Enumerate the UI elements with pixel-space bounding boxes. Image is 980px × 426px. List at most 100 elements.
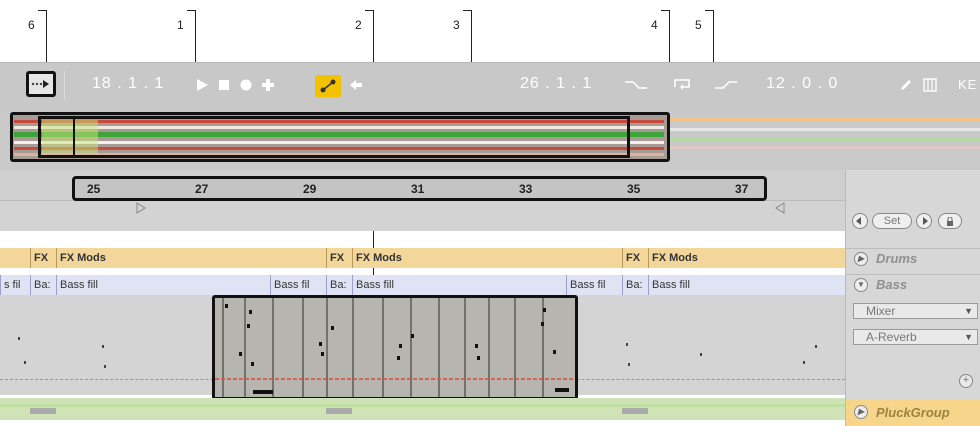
pluck-group-track-lane[interactable]	[0, 398, 845, 420]
group-clip	[622, 408, 648, 414]
callout-6: 6	[28, 18, 35, 32]
plus-icon	[262, 79, 274, 91]
beat-label: 35	[627, 182, 641, 196]
loop-start-field[interactable]: 26 . 1 . 1	[520, 75, 592, 93]
clip[interactable]: FX	[622, 248, 648, 268]
key-map-button[interactable]: KE	[958, 77, 977, 92]
loop-end-marker-icon	[775, 202, 785, 214]
group-clip	[30, 408, 56, 414]
track-header-bass[interactable]: ▼ Bass	[846, 274, 980, 295]
next-locator-button[interactable]	[916, 213, 932, 229]
expand-track-icon[interactable]: ▶	[854, 405, 868, 419]
overview-lane	[670, 146, 980, 149]
track-name: Bass	[876, 277, 908, 292]
group-clip	[326, 408, 352, 414]
divider	[64, 71, 65, 99]
beat-label: 33	[519, 182, 533, 196]
automation-icon	[320, 79, 336, 93]
callout-5: 5	[695, 18, 702, 32]
clip[interactable]: FX Mods	[56, 248, 326, 268]
automation-arm-button[interactable]	[315, 75, 341, 97]
selected-region-detail[interactable]	[212, 295, 578, 400]
track-header-pluck-group[interactable]: ▶ PluckGroup	[846, 399, 980, 426]
loop-start-marker-icon	[136, 202, 146, 214]
overview-playhead-area	[42, 120, 98, 154]
loop-switch-button[interactable]	[670, 75, 694, 95]
beat-label: 29	[303, 182, 317, 196]
follow-button[interactable]	[26, 71, 56, 97]
beat-label: 27	[195, 182, 209, 196]
clip[interactable]: Bass fill	[352, 275, 566, 295]
punch-out-button[interactable]	[712, 75, 740, 95]
follow-arrow-icon	[31, 80, 49, 88]
clip[interactable]: FX	[30, 248, 56, 268]
overdub-button[interactable]	[258, 75, 278, 95]
loop-brace-lane[interactable]	[0, 200, 845, 231]
record-icon	[240, 79, 252, 91]
punch-in-button[interactable]	[622, 75, 650, 95]
loop-icon	[674, 79, 690, 90]
group-lane-stripe	[0, 404, 845, 407]
previous-locator-button[interactable]	[852, 213, 868, 229]
record-button[interactable]	[236, 75, 256, 95]
beat-label: 37	[735, 182, 749, 196]
clip[interactable]: Bass fil	[270, 275, 326, 295]
clip[interactable]: Ba:	[622, 275, 648, 295]
clip[interactable]: s fil	[0, 275, 30, 295]
clip[interactable]: Bass fil	[566, 275, 622, 295]
beat-time-ruler[interactable]: 25 27 29 31 33 35 37	[72, 176, 767, 201]
song-position-field[interactable]: 18 . 1 . 1	[92, 75, 164, 93]
punch-in-icon	[625, 81, 647, 89]
clip[interactable]: Ba:	[326, 275, 352, 295]
arrangement-overview[interactable]	[0, 108, 980, 170]
set-locator-button[interactable]: Set	[872, 213, 912, 229]
arrow-left-icon	[856, 217, 861, 225]
stop-button[interactable]	[214, 75, 234, 95]
arrow-left-icon	[350, 80, 362, 90]
draw-mode-button[interactable]	[896, 75, 916, 95]
callout-3: 3	[453, 18, 460, 32]
device-chooser-value: Mixer	[866, 304, 896, 318]
clip[interactable]: Bass fill	[648, 275, 845, 295]
arrow-right-icon	[923, 217, 928, 225]
back-to-arrangement-button[interactable]	[346, 75, 366, 95]
locator-controls: Set	[850, 210, 978, 232]
clip[interactable]: Bass fill	[56, 275, 270, 295]
punch-out-icon	[715, 81, 737, 89]
expand-track-icon[interactable]: ▶	[854, 252, 868, 266]
computer-midi-keyboard-button[interactable]	[920, 75, 940, 95]
chevron-down-icon: ▼	[964, 332, 973, 342]
overview-lane	[670, 128, 980, 131]
transport-bar: 18 . 1 . 1 26 . 1 . 1 12 . 0 . 0 KE	[0, 62, 980, 109]
loop-length-field[interactable]: 12 . 0 . 0	[766, 75, 838, 93]
overview-playhead	[73, 116, 75, 158]
beat-label: 25	[87, 182, 101, 196]
lock-button[interactable]	[938, 213, 962, 229]
clip[interactable]: FX Mods	[352, 248, 622, 268]
overview-zoom-box[interactable]	[38, 116, 630, 158]
track-name: Drums	[876, 251, 918, 266]
add-automation-lane-button[interactable]: +	[959, 374, 973, 388]
callout-1: 1	[177, 18, 184, 32]
clip[interactable]: FX Mods	[648, 248, 845, 268]
clip[interactable]: FX	[326, 248, 352, 268]
collapse-track-icon[interactable]: ▼	[854, 278, 868, 292]
callout-2: 2	[355, 18, 362, 32]
play-icon	[197, 79, 208, 91]
track-header-panel: Set ▶ Drums ▼ Bass ▶ PluckGroup +	[845, 170, 980, 426]
lock-icon	[947, 216, 953, 226]
callout-4: 4	[651, 18, 658, 32]
control-chooser[interactable]: A-Reverb ▼	[853, 329, 978, 345]
play-button[interactable]	[192, 75, 212, 95]
track-header-drums[interactable]: ▶ Drums	[846, 248, 980, 269]
control-chooser-value: A-Reverb	[866, 330, 917, 344]
stop-icon	[219, 80, 229, 90]
keyboard-icon	[923, 78, 937, 92]
device-chooser[interactable]: Mixer ▼	[853, 303, 978, 319]
chevron-down-icon: ▼	[964, 306, 973, 316]
clip[interactable]: Ba:	[30, 275, 56, 295]
overview-lane	[670, 118, 980, 121]
beat-label: 31	[411, 182, 425, 196]
pencil-icon	[901, 80, 911, 90]
overview-lane	[670, 138, 980, 141]
